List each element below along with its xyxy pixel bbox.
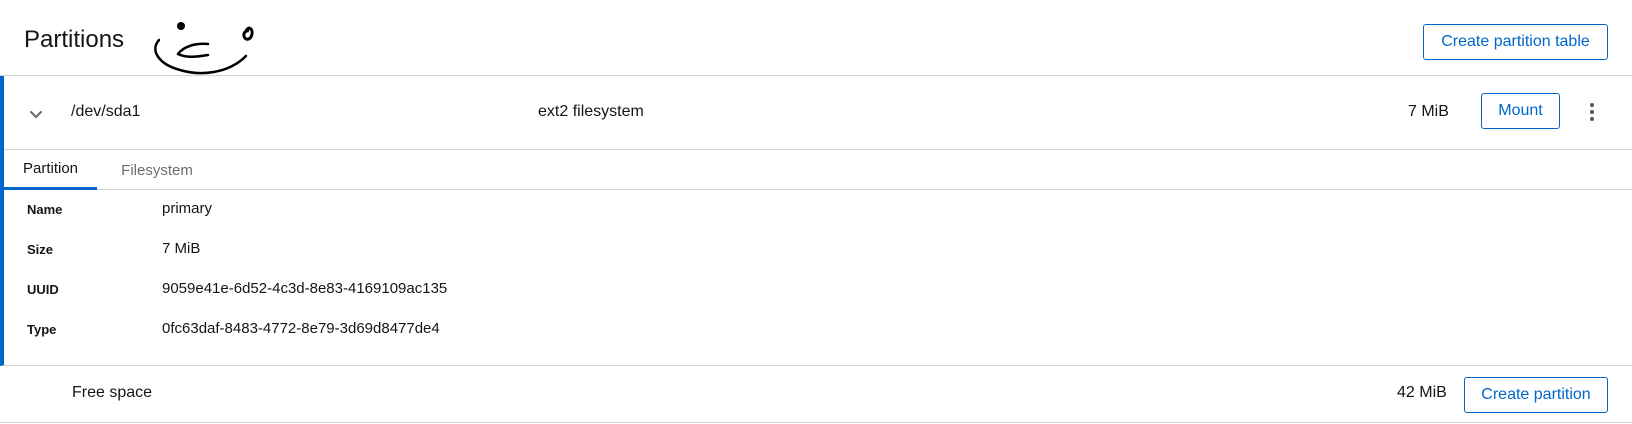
kebab-menu-icon[interactable] <box>1582 99 1602 125</box>
partition-device: /dev/sda1 <box>71 103 141 120</box>
detail-value: primary <box>162 200 213 217</box>
partition-size: 7 MiB <box>1408 103 1449 120</box>
detail-label: UUID <box>27 282 59 297</box>
free-space-label: Free space <box>72 384 153 401</box>
detail-label: Type <box>27 322 57 337</box>
create-partition-button[interactable]: Create partition <box>1464 377 1608 413</box>
detail-label: Size <box>27 242 54 257</box>
partition-row[interactable]: /dev/sda1 ext2 filesystem 7 MiB Mount <box>4 76 1632 150</box>
page-title: Partitions <box>24 26 125 53</box>
chevron-down-icon[interactable] <box>24 102 48 126</box>
mount-button[interactable]: Mount <box>1481 93 1560 129</box>
partition-fs-type: ext2 filesystem <box>538 103 644 120</box>
detail-value: 0fc63daf-8483-4772-8e79-3d69d8477de4 <box>162 320 440 337</box>
detail-value: 9059e41e-6d52-4c3d-8e83-4169109ac135 <box>162 280 448 297</box>
detail-row-size: Size 7 MiB <box>4 230 1004 270</box>
free-space-size: 42 MiB <box>1397 384 1447 401</box>
detail-label: Name <box>27 202 63 217</box>
free-space-row: Free space 42 MiB Create partition <box>0 366 1632 423</box>
page-header: Partitions Create partition table <box>0 0 1632 76</box>
tab-partition[interactable]: Partition <box>4 150 97 190</box>
partition-tabs: Partition Filesystem <box>4 150 1632 190</box>
detail-row-type: Type 0fc63daf-8483-4772-8e79-3d69d8477de… <box>4 310 1004 350</box>
detail-row-name: Name primary <box>4 190 1004 230</box>
partition-row-expanded: /dev/sda1 ext2 filesystem 7 MiB Mount Pa… <box>0 76 1632 366</box>
smiley-doodle-icon <box>154 22 254 75</box>
tab-filesystem[interactable]: Filesystem <box>97 150 217 190</box>
detail-row-uuid: UUID 9059e41e-6d52-4c3d-8e83-4169109ac13… <box>4 270 1004 310</box>
detail-value: 7 MiB <box>162 240 201 257</box>
create-partition-table-button[interactable]: Create partition table <box>1423 24 1608 60</box>
